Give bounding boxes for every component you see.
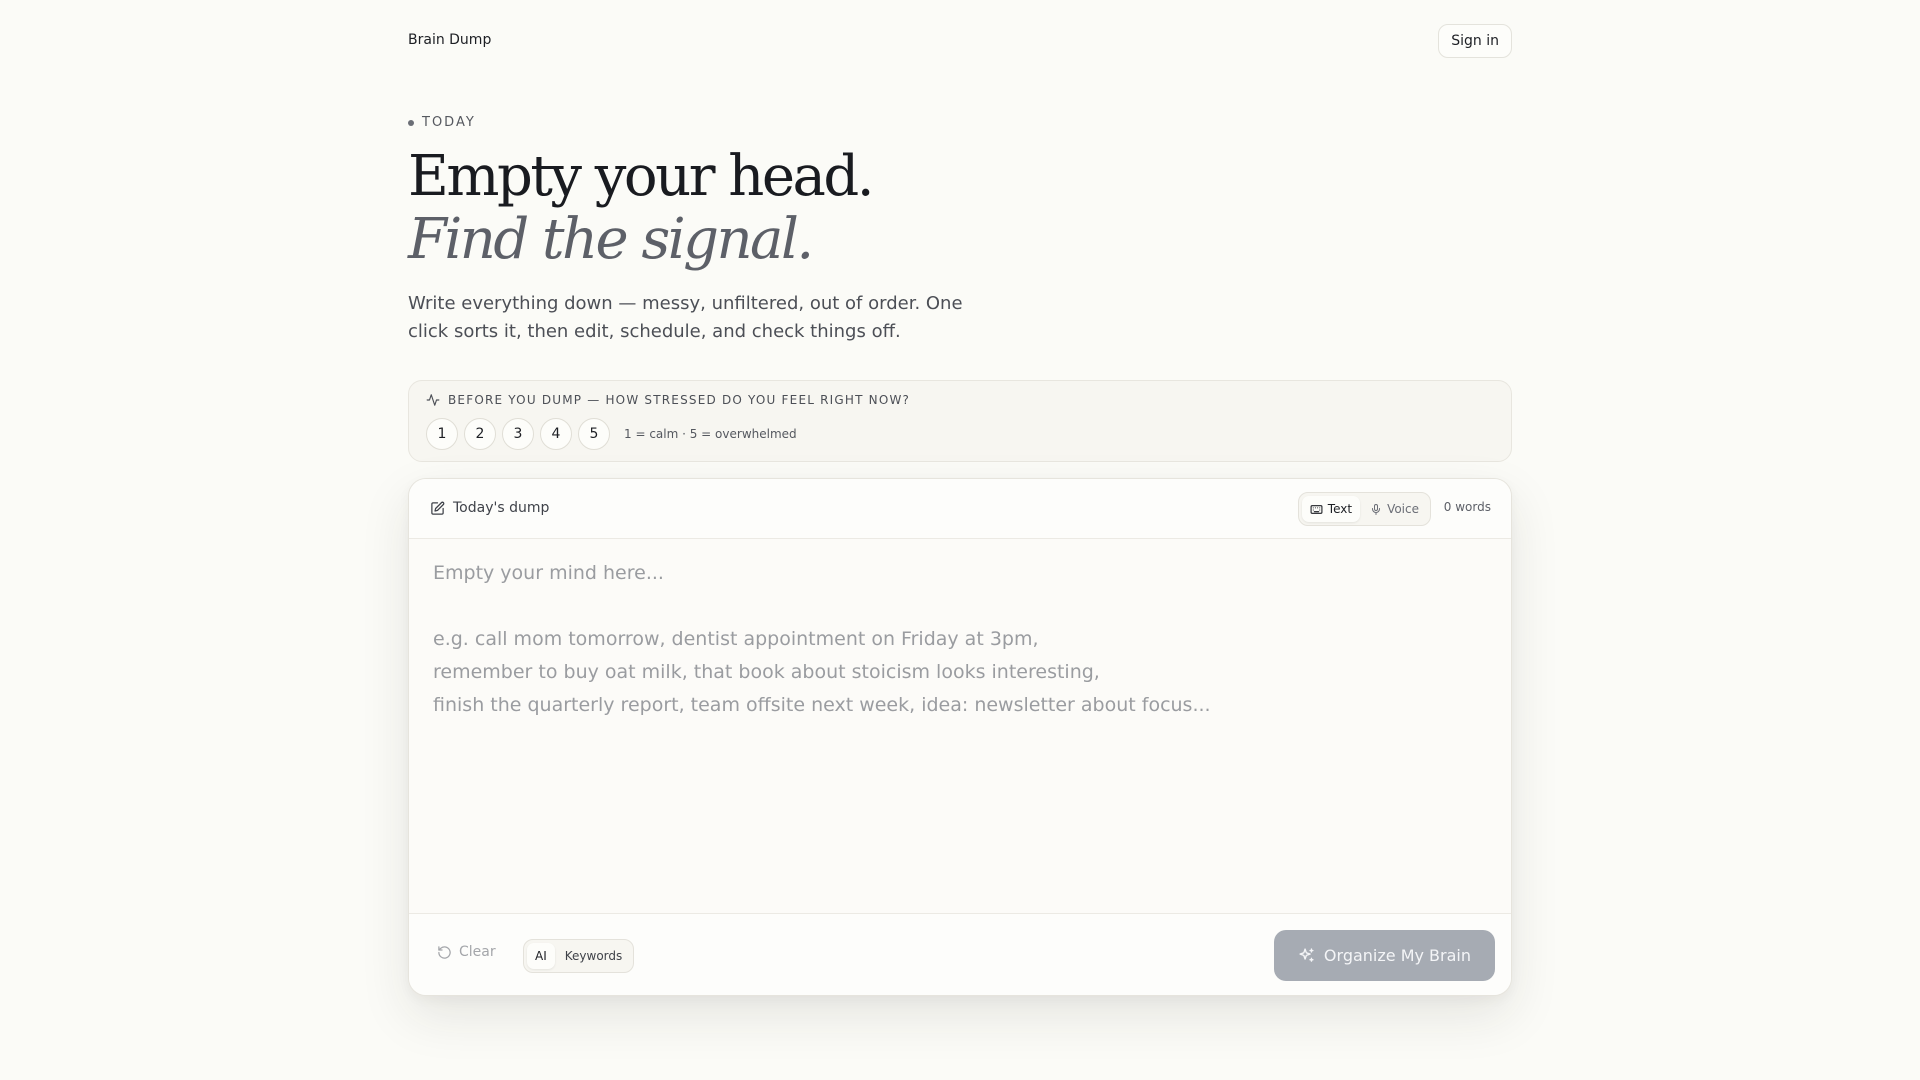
page-title-italic: Find the signal. xyxy=(408,207,814,272)
sort-mode-toggle: AI Keywords xyxy=(523,939,635,973)
dump-card-header: Today's dump Text Voice 0 words xyxy=(409,479,1511,539)
eyebrow-label: TODAY xyxy=(422,115,476,130)
dump-title: Today's dump xyxy=(430,500,549,516)
stress-option-1[interactable]: 1 xyxy=(426,418,458,450)
eyebrow: TODAY xyxy=(408,115,476,130)
ai-sort-button[interactable]: AI xyxy=(527,943,555,969)
stress-option-5[interactable]: 5 xyxy=(578,418,610,450)
stress-option-2[interactable]: 2 xyxy=(464,418,496,450)
page-subtitle: Write everything down — messy, unfiltere… xyxy=(408,293,963,342)
dot-icon xyxy=(408,119,414,126)
organize-label: Organize My Brain xyxy=(1323,946,1471,965)
dump-textarea[interactable] xyxy=(409,539,1511,913)
page-title: Empty your head. xyxy=(408,144,875,209)
word-count: 0 words xyxy=(1443,500,1491,514)
brand-logo[interactable]: Brain Dump xyxy=(408,32,491,48)
clear-button[interactable]: Clear xyxy=(437,944,496,960)
voice-mode-label: Voice xyxy=(1387,502,1419,516)
keywords-sort-button[interactable]: Keywords xyxy=(557,943,631,969)
sparkles-icon xyxy=(1298,947,1315,964)
stress-option-4[interactable]: 4 xyxy=(540,418,572,450)
sign-in-button[interactable]: Sign in xyxy=(1438,24,1512,58)
stress-option-3[interactable]: 3 xyxy=(502,418,534,450)
voice-mode-button[interactable]: Voice xyxy=(1362,496,1427,522)
dump-title-label: Today's dump xyxy=(453,500,550,516)
clear-label: Clear xyxy=(459,944,496,960)
stress-question: BEFORE YOU DUMP — HOW STRESSED DO YOU FE… xyxy=(426,393,910,407)
keyboard-icon xyxy=(1310,503,1323,516)
microphone-icon xyxy=(1370,503,1382,516)
stress-hint: 1 = calm · 5 = overwhelmed xyxy=(624,427,797,441)
text-mode-button[interactable]: Text xyxy=(1301,496,1361,522)
stress-panel: BEFORE YOU DUMP — HOW STRESSED DO YOU FE… xyxy=(408,380,1512,462)
activity-icon xyxy=(426,393,440,407)
dump-card: Today's dump Text Voice 0 words Empty yo… xyxy=(408,478,1512,996)
undo-icon xyxy=(437,945,452,960)
stress-question-label: BEFORE YOU DUMP — HOW STRESSED DO YOU FE… xyxy=(448,393,911,407)
stress-scale: 1 2 3 4 5 1 = calm · 5 = overwhelmed xyxy=(426,418,797,450)
edit-note-icon xyxy=(430,501,445,516)
input-mode-toggle: Text Voice xyxy=(1297,492,1431,526)
text-mode-label: Text xyxy=(1327,502,1353,516)
page: Brain Dump Sign in TODAY Empty your head… xyxy=(408,0,1512,1080)
organize-button[interactable]: Organize My Brain xyxy=(1273,930,1495,981)
dump-card-footer: Clear AI Keywords Organize My Brain xyxy=(409,913,1511,995)
